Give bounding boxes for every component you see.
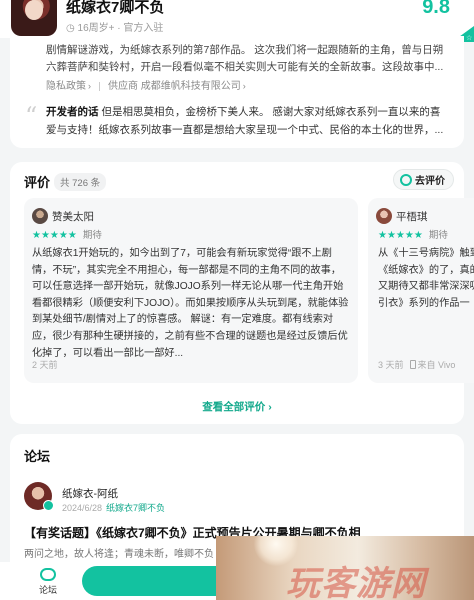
stars-icon: ★★★★★	[32, 230, 77, 241]
chevron-right-icon: ›	[88, 81, 91, 91]
post-date: 2024/6/28	[62, 503, 103, 513]
avatar[interactable]	[376, 208, 392, 224]
reviews-section: 评价 共 726 条 去评价 赞美太阳 ★★★★★ 期待 从纸嫁衣1开始玩的，如今…	[10, 162, 474, 424]
provider-label: 供应商 成都维帆科技有限公司	[108, 81, 241, 92]
chevron-right-icon: ›	[242, 81, 246, 91]
app-title: 纸嫁衣7卿不负	[66, 0, 165, 16]
avatar[interactable]	[32, 208, 48, 224]
developer-words[interactable]: 开发者的话 但是相思莫相负，金榜桥下美人来。 感谢大家对纸嫁衣系列一直以来的喜爱与…	[46, 104, 444, 139]
see-all-reviews-link[interactable]: 查看全部评价 ›	[10, 399, 464, 414]
divider	[99, 81, 100, 91]
quote-icon: “	[25, 102, 38, 130]
app-header: 纸嫁衣7卿不负 ◷ 16周岁+ · 官方入驻 9.8 ☆	[0, 0, 474, 42]
forum-tab[interactable]: 论坛	[28, 568, 68, 596]
review-card[interactable]: 赞美太阳 ★★★★★ 期待 从纸嫁衣1开始玩的，如今出到了7，可能会有新玩家觉得“…	[24, 198, 358, 383]
reviewer-name[interactable]: 平梧琪	[396, 209, 428, 224]
star-label: 期待	[82, 230, 102, 241]
star-rating: ★★★★★ 期待	[32, 227, 102, 241]
app-meta: ◷ 16周岁+ · 官方入驻	[66, 19, 163, 34]
post-tag[interactable]: 纸嫁衣7卿不负	[106, 503, 165, 513]
review-card[interactable]: 平梧琪 ★★★★★ 期待 从《十三号病院》触到《纸嫁衣》的了，真的又期待又都非常深…	[368, 198, 474, 383]
review-time: 2 天前	[32, 360, 58, 370]
reviewer-name[interactable]: 赞美太阳	[52, 209, 94, 224]
provider-link[interactable]: 供应商 成都维帆科技有限公司 ›	[108, 81, 246, 92]
review-time: 3 天前	[378, 360, 404, 370]
star-label: 期待	[428, 230, 448, 241]
floating-video-thumbnail[interactable]: 玩客游网	[216, 536, 474, 600]
clock-icon: ◷	[66, 23, 78, 34]
write-review-button[interactable]: 去评价	[393, 169, 454, 190]
chat-bubble-icon	[40, 568, 56, 581]
post-meta: 2024/6/28 纸嫁衣7卿不负	[62, 501, 165, 514]
watermark-logo: 玩客游网	[286, 565, 426, 600]
forum-tab-label: 论坛	[38, 585, 57, 595]
forum-title: 论坛	[24, 449, 51, 464]
svg-text:☆: ☆	[466, 34, 472, 42]
app-score: 9.8	[422, 0, 450, 18]
review-device: 来自 Vivo	[417, 360, 456, 370]
phone-icon	[409, 360, 416, 369]
game-description[interactable]: 剧情解谜游戏，为纸嫁衣系列的第7部作品。 这次我们将一起跟随新的主角，曾与日朔六…	[46, 42, 444, 76]
developer-text: 但是相思莫相负，金榜桥下美人来。 感谢大家对纸嫁衣系列一直以来的喜爱与支持！纸嫁…	[46, 106, 444, 136]
review-meta: 3 天前 来自 Vivo	[378, 358, 455, 371]
reviews-count: 共 726 条	[54, 173, 107, 191]
game-info-card: 剧情解谜游戏，为纸嫁衣系列的第7部作品。 这次我们将一起跟随新的主角，曾与日朔六…	[10, 36, 464, 148]
post-author[interactable]: 纸嫁衣-阿纸	[62, 486, 118, 501]
review-text: 从《十三号病院》触到《纸嫁衣》的了，真的又期待又都非常深深吸引衣》系列的作品一	[378, 248, 474, 309]
age-meta: 16周岁+ · 官方入驻	[77, 23, 164, 34]
reviews-title: 评价	[24, 175, 51, 190]
review-text: 从纸嫁衣1开始玩的，如今出到了7，可能会有新玩家觉得“跟不上剧情，不玩”，其实完…	[32, 248, 349, 359]
app-icon	[11, 0, 57, 36]
star-rating: ★★★★★ 期待	[378, 227, 448, 241]
post-snippet: 两问之地，故人将逢；青魂未断，唯卿不负	[24, 549, 214, 560]
stars-icon: ★★★★★	[378, 230, 423, 241]
developer-label: 开发者的话	[46, 106, 99, 118]
info-links: 隐私政策 › 供应商 成都维帆科技有限公司 ›	[46, 77, 246, 92]
privacy-link[interactable]: 隐私政策 ›	[46, 81, 91, 92]
privacy-label: 隐私政策	[46, 81, 86, 92]
write-review-label: 去评价	[415, 176, 445, 187]
verified-badge-icon	[43, 500, 54, 511]
review-icon	[400, 173, 412, 186]
